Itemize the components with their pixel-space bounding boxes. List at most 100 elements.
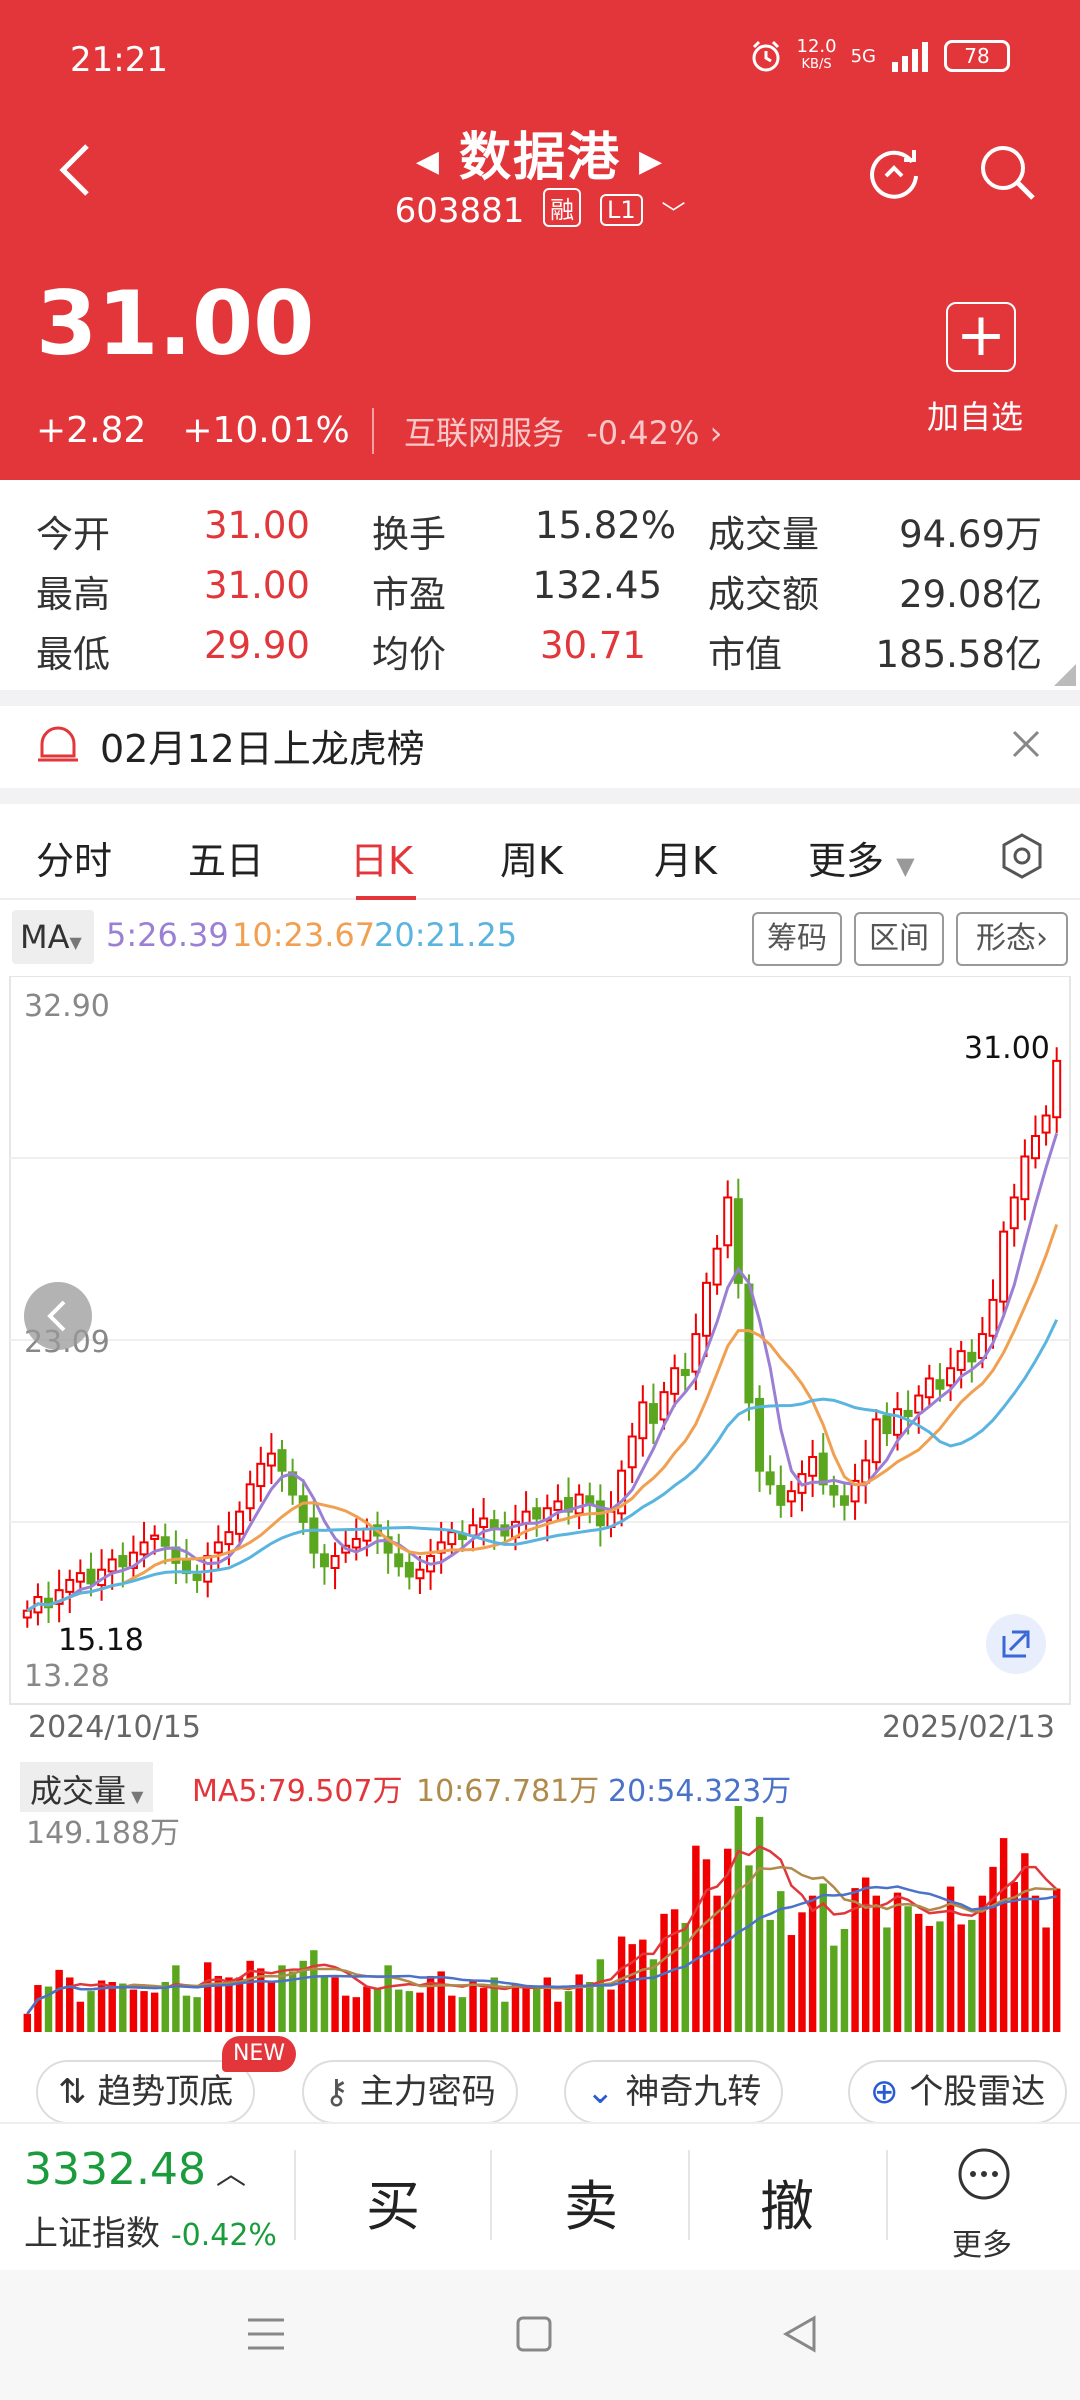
chips-button[interactable]: 筹码 xyxy=(752,912,842,966)
refresh-button[interactable] xyxy=(862,140,926,204)
volume-bar xyxy=(129,1989,138,2032)
scroll-left-button[interactable] xyxy=(24,1282,92,1350)
volume-bar xyxy=(458,1997,467,2032)
pattern-button[interactable]: 形态› xyxy=(956,912,1068,966)
volume-bar xyxy=(405,1991,414,2032)
volume-bar xyxy=(119,1983,127,2032)
menu-icon[interactable] xyxy=(246,2316,286,2352)
end-date: 2025/02/13 xyxy=(882,1710,1055,1745)
volume-selector[interactable]: 成交量 ▼ xyxy=(20,1762,154,1812)
sector-link[interactable]: 互联网服务 -0.42% › xyxy=(372,408,722,454)
volume-bar xyxy=(936,1921,944,2032)
tool-magic-nine[interactable]: ⌄ 神奇九转 xyxy=(564,2060,784,2124)
candle-body xyxy=(648,1403,658,1424)
search-icon xyxy=(981,146,1035,200)
tab-more[interactable]: 更多 ▼ xyxy=(808,830,915,885)
volume-legend: 成交量 ▼ MA5:79.507万 10:67.781万 20:54.323万 … xyxy=(0,1762,1080,1851)
home-icon[interactable] xyxy=(514,2314,554,2354)
tab-more-label: 更多 xyxy=(808,839,885,883)
candle-body xyxy=(224,1531,234,1546)
volume-bar xyxy=(437,1971,445,2032)
new-badge: NEW xyxy=(222,2036,296,2072)
change-percent: +10.01% xyxy=(182,410,350,451)
tab-weekly-k[interactable]: 周K xyxy=(500,830,563,885)
caret-down-icon: ▼ xyxy=(896,852,915,880)
volume-bar xyxy=(140,1991,148,2032)
volume-ma5: MA5:79.507万 xyxy=(192,1774,403,1809)
add-watchlist-button[interactable]: + xyxy=(946,302,1016,372)
quote-value: 30.71 xyxy=(540,624,646,667)
tab-daily-k[interactable]: 日K xyxy=(350,830,413,885)
volume-bar xyxy=(55,1969,63,2032)
volume-bar xyxy=(564,1991,573,2032)
change-value: +2.82 xyxy=(36,410,147,451)
price-change: +2.82 +10.01% xyxy=(36,410,386,451)
candle-body xyxy=(1052,1059,1062,1119)
candle-body xyxy=(914,1394,924,1414)
tab-monthly-k[interactable]: 月K xyxy=(654,830,717,885)
next-stock-icon[interactable]: ▶ xyxy=(639,144,664,179)
back-icon[interactable] xyxy=(780,2314,820,2354)
cancel-order-button[interactable]: 撤 xyxy=(760,2162,814,2241)
expand-corner-icon[interactable] xyxy=(1054,664,1076,686)
more-label[interactable]: 更多 xyxy=(952,2220,1012,2264)
volume-bar xyxy=(172,1965,180,2032)
kline-chart[interactable]: 32.90 23.09 13.28 31.00 15.18 xyxy=(0,976,1080,1705)
candle-body xyxy=(680,1368,690,1377)
volume-chart[interactable] xyxy=(0,1806,1080,2036)
index-percent: -0.42% xyxy=(170,2218,277,2253)
separator xyxy=(886,2150,888,2240)
buy-button[interactable]: 买 xyxy=(366,2162,420,2241)
more-icon[interactable] xyxy=(956,2146,1012,2202)
volume-bar xyxy=(87,1991,95,2032)
settings-icon[interactable] xyxy=(998,832,1046,880)
prev-stock-icon[interactable]: ◀ xyxy=(416,144,441,179)
volume-bar xyxy=(352,1997,360,2032)
sell-button[interactable]: 卖 xyxy=(564,2162,618,2241)
close-icon[interactable] xyxy=(1010,728,1042,760)
volume-bar xyxy=(649,1959,658,2032)
tool-stock-radar[interactable]: ⊕ 个股雷达 xyxy=(848,2060,1068,2124)
range-button[interactable]: 区间 xyxy=(854,912,944,966)
candle-body xyxy=(818,1452,828,1486)
index-value[interactable]: 3332.48 ︿ xyxy=(24,2144,246,2195)
separator xyxy=(490,2150,492,2240)
tab-intraday[interactable]: 分时 xyxy=(36,830,112,885)
tool-label: 主力密码 xyxy=(359,2072,496,2112)
candle-body xyxy=(786,1490,796,1503)
quote-value: 31.00 xyxy=(204,564,310,607)
candle-body xyxy=(946,1367,956,1387)
stock-name: 数据港 xyxy=(458,128,621,188)
ma-selector[interactable]: MA▼ xyxy=(12,910,94,964)
kline-svg[interactable]: 32.90 23.09 13.28 31.00 15.18 xyxy=(0,976,1080,1710)
index-name[interactable]: 上证指数 -0.42% xyxy=(24,2206,277,2255)
chevron-right-icon: › xyxy=(709,414,723,452)
volume-bars-group xyxy=(23,1806,1061,2032)
candle-body xyxy=(404,1561,414,1578)
search-button[interactable] xyxy=(975,140,1039,204)
volume-bar xyxy=(978,1895,987,2032)
quote-label: 成交量 xyxy=(708,513,819,556)
tool-main-force-code[interactable]: ⚷ 主力密码 xyxy=(302,2060,518,2124)
candle-body xyxy=(967,1351,977,1363)
volume-ma20: 20:54.323万 xyxy=(608,1774,792,1809)
candle-body xyxy=(701,1281,711,1337)
candle-body xyxy=(956,1350,966,1371)
add-watchlist-label[interactable]: 加自选 xyxy=(927,392,1023,438)
candle-body xyxy=(755,1397,765,1472)
current-price: 31.00 xyxy=(36,272,315,375)
volume-bar xyxy=(1010,1882,1018,2032)
volume-bar xyxy=(532,1988,541,2032)
volume-bar xyxy=(872,1895,880,2032)
ma20-value: 20:21.25 xyxy=(374,916,518,954)
volume-selector-label: 成交量 xyxy=(30,1772,127,1810)
tab-five-day[interactable]: 五日 xyxy=(188,830,264,885)
chevron-down-icon: ﹀ xyxy=(661,200,686,228)
volume-bar xyxy=(193,1997,201,2032)
candle-body xyxy=(394,1553,404,1568)
candle-body xyxy=(776,1485,786,1506)
net-speed: 12.0 KB/S xyxy=(796,36,837,73)
notice-bar[interactable]: 02月12日上龙虎榜 xyxy=(0,704,1080,784)
candle-body xyxy=(139,1541,149,1556)
candle-body xyxy=(118,1555,128,1568)
